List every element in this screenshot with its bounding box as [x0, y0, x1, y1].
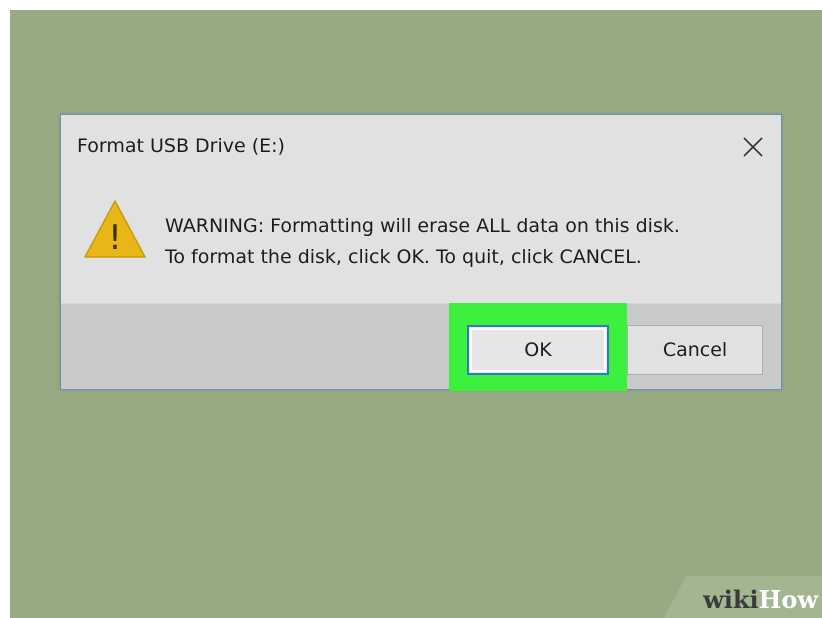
close-button[interactable]	[733, 127, 773, 167]
warning-message-line-1: WARNING: Formatting will erase ALL data …	[165, 215, 680, 237]
warning-icon-glyph: !	[108, 218, 122, 258]
dialog-title: Format USB Drive (E:)	[77, 135, 285, 157]
watermark-text: wikiHow	[703, 585, 818, 614]
screenshot-frame: Format USB Drive (E:) ! WARNING: Formatt…	[10, 10, 822, 618]
warning-message-line-2: To format the disk, click OK. To quit, c…	[165, 246, 642, 268]
warning-message: WARNING: Formatting will erase ALL data …	[165, 211, 680, 273]
watermark-how: How	[758, 585, 818, 614]
dialog-title-bar: Format USB Drive (E:)	[61, 115, 781, 181]
ok-button[interactable]: OK	[467, 325, 609, 375]
watermark-wiki: wiki	[703, 585, 759, 614]
close-icon	[743, 137, 763, 157]
cancel-button[interactable]: Cancel	[627, 325, 763, 375]
wikihow-watermark: wikiHow	[664, 576, 822, 618]
warning-icon: !	[84, 200, 146, 258]
format-dialog: Format USB Drive (E:) ! WARNING: Formatt…	[60, 114, 782, 391]
